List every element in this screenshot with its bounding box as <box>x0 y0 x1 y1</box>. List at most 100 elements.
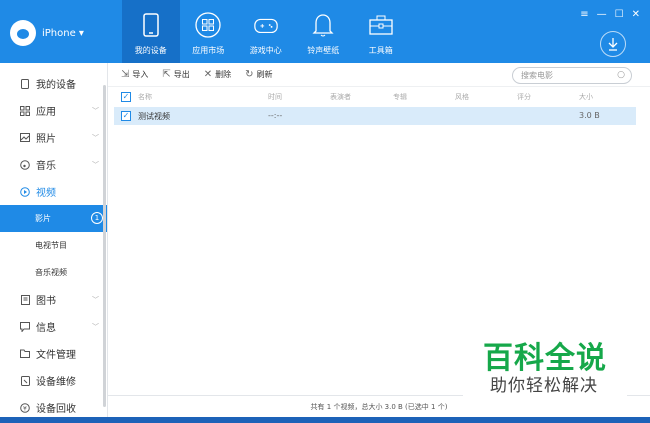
sidebar-item-label: 应用 <box>36 107 56 118</box>
nav-toolbox-label: 工具箱 <box>368 46 393 55</box>
chevron-down-icon: ﹀ <box>92 133 99 142</box>
app-header: iPhone ▾ 我的设备 应用市场 游戏中心 铃声壁纸 工具箱 ≡ — ☐ ✕ <box>0 0 650 63</box>
search-placeholder: 搜索电影 <box>521 71 553 80</box>
table-row[interactable]: ✓ 测试视频 --:-- 3.0 B <box>114 107 636 125</box>
column-album[interactable]: 专辑 <box>393 92 407 102</box>
device-icon <box>20 78 30 89</box>
nav-toolbox[interactable]: 工具箱 <box>352 0 410 63</box>
sidebar-item-file-manager[interactable]: 文件管理 <box>0 340 107 367</box>
sidebar-item-label: 音乐 <box>36 161 56 172</box>
apps-grid-icon <box>20 105 30 116</box>
maximize-icon[interactable]: ☐ <box>615 9 624 20</box>
device-name: iPhone ▾ <box>42 27 84 39</box>
sidebar-item-books[interactable]: 图书 ﹀ <box>0 286 107 313</box>
sidebar-item-photos[interactable]: 照片 ﹀ <box>0 124 107 151</box>
phone-icon <box>138 12 164 38</box>
sidebar-item-tv-shows[interactable]: 电视节目 <box>0 232 107 259</box>
message-icon <box>20 321 30 332</box>
book-icon <box>20 294 30 305</box>
refresh-button[interactable]: ↻ 刷新 <box>245 69 272 80</box>
column-genre[interactable]: 风格 <box>455 92 469 102</box>
download-button[interactable] <box>600 31 626 57</box>
sidebar-item-label: 信息 <box>36 323 56 334</box>
search-input[interactable]: 搜索电影 ○ <box>512 67 632 84</box>
sidebar: 我的设备 应用 ﹀ 照片 ﹀ 音乐 ﹀ 视频 影片 1 电视节目 音乐视频 图书… <box>0 63 108 423</box>
refresh-label: 刷新 <box>256 70 273 79</box>
taskbar <box>0 417 650 423</box>
sidebar-item-label: 照片 <box>36 134 56 145</box>
watermark-subtitle: 助你轻松解决 <box>490 376 598 396</box>
delete-icon: ✕ <box>203 69 213 80</box>
sidebar-item-repair[interactable]: 设备维修 <box>0 367 107 394</box>
nav-my-device-label: 我的设备 <box>134 46 167 55</box>
chevron-down-icon: ﹀ <box>92 160 99 169</box>
import-icon: ⇲ <box>121 69 130 80</box>
svg-text:¥: ¥ <box>23 405 27 412</box>
folder-icon <box>20 349 30 359</box>
search-icon: ○ <box>617 70 625 80</box>
sidebar-item-label: 文件管理 <box>36 350 76 361</box>
sidebar-item-my-device[interactable]: 我的设备 <box>0 70 107 97</box>
sidebar-item-apps[interactable]: 应用 ﹀ <box>0 97 107 124</box>
column-rating[interactable]: 评分 <box>517 92 531 102</box>
column-name[interactable]: 名称 <box>138 92 152 102</box>
close-icon[interactable]: ✕ <box>632 9 640 20</box>
main-nav: 我的设备 应用市场 游戏中心 铃声壁纸 工具箱 <box>122 0 410 63</box>
column-time[interactable]: 时间 <box>268 92 282 102</box>
column-artist[interactable]: 表演者 <box>330 92 351 102</box>
nav-ringtones[interactable]: 铃声壁纸 <box>295 0 353 63</box>
chevron-down-icon: ﹀ <box>92 322 99 331</box>
toolbox-icon <box>368 12 394 38</box>
recycle-icon: ¥ <box>20 402 30 413</box>
sidebar-item-label: 设备回收 <box>36 404 76 415</box>
toolbar: ⇲ 导入 ⇱ 导出 ✕ 删除 ↻ 刷新 搜索电影 ○ <box>108 63 650 87</box>
sidebar-item-label: 音乐视频 <box>35 268 67 277</box>
photo-icon <box>20 133 30 143</box>
nav-game-center[interactable]: 游戏中心 <box>237 0 295 63</box>
chevron-down-icon: ﹀ <box>92 106 99 115</box>
app-window: iPhone ▾ 我的设备 应用市场 游戏中心 铃声壁纸 工具箱 ≡ — ☐ ✕… <box>0 0 650 423</box>
device-selector[interactable]: iPhone ▾ <box>10 20 84 46</box>
sidebar-item-label: 设备维修 <box>36 377 76 388</box>
nav-app-market-label: 应用市场 <box>192 46 225 55</box>
export-label: 导出 <box>173 70 190 79</box>
row-time: --:-- <box>268 111 283 120</box>
watermark: 百科全说 助你轻松解决 <box>463 328 627 398</box>
table-header: ✓ 名称 时间 表演者 专辑 风格 评分 大小 <box>114 88 636 106</box>
sidebar-item-music[interactable]: 音乐 ﹀ <box>0 151 107 178</box>
delete-button[interactable]: ✕ 删除 <box>204 69 231 80</box>
menu-icon[interactable]: ≡ <box>580 9 588 20</box>
delete-label: 删除 <box>215 70 232 79</box>
minimize-icon[interactable]: — <box>597 9 607 20</box>
sidebar-item-label: 我的设备 <box>36 80 76 91</box>
window-controls: ≡ — ☐ ✕ <box>580 9 640 20</box>
status-text: 共有 1 个视频，总大小 3.0 B (已选中 1 个) <box>310 402 448 411</box>
sidebar-item-movies[interactable]: 影片 1 <box>0 205 107 232</box>
row-size: 3.0 B <box>579 111 600 120</box>
row-name: 测试视频 <box>138 112 170 121</box>
sidebar-item-video[interactable]: 视频 <box>0 178 107 205</box>
chevron-down-icon: ﹀ <box>92 295 99 304</box>
sidebar-item-label: 图书 <box>36 296 56 307</box>
export-icon: ⇱ <box>162 69 171 80</box>
count-badge: 1 <box>91 212 103 224</box>
nav-my-device[interactable]: 我的设备 <box>122 0 180 63</box>
apps-icon <box>195 12 221 38</box>
gamepad-icon <box>253 12 279 38</box>
nav-app-market[interactable]: 应用市场 <box>180 0 238 63</box>
sidebar-scrollbar[interactable] <box>103 85 106 407</box>
bell-icon <box>310 12 336 38</box>
repair-icon <box>20 375 30 386</box>
export-button[interactable]: ⇱ 导出 <box>162 69 189 80</box>
sidebar-item-music-videos[interactable]: 音乐视频 <box>0 259 107 286</box>
nav-ringtones-label: 铃声壁纸 <box>307 46 340 55</box>
row-checkbox[interactable]: ✓ <box>121 111 131 121</box>
refresh-icon: ↻ <box>245 69 254 80</box>
column-size[interactable]: 大小 <box>579 92 593 102</box>
select-all-checkbox[interactable]: ✓ <box>121 92 131 102</box>
sidebar-item-label: 视频 <box>36 188 56 199</box>
sidebar-item-label: 影片 <box>35 214 51 223</box>
sidebar-item-messages[interactable]: 信息 ﹀ <box>0 313 107 340</box>
video-icon <box>20 186 30 197</box>
import-button[interactable]: ⇲ 导入 <box>121 69 148 80</box>
